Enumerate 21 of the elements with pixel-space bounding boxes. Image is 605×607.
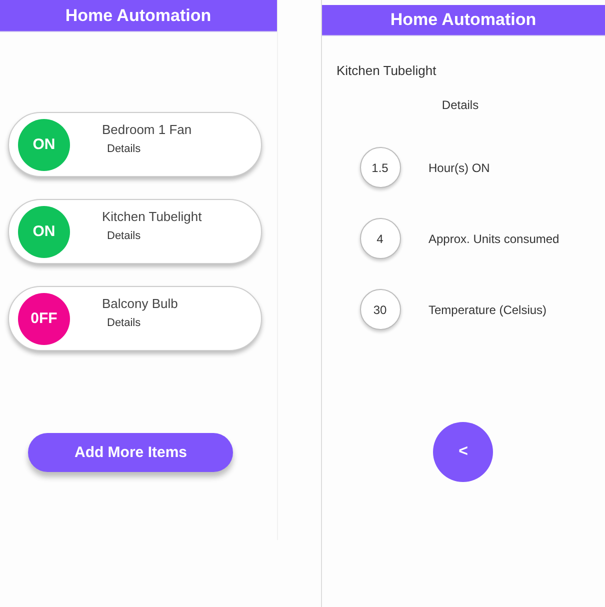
device-name: Bedroom 1 Fan [102,122,192,137]
stat-label: Approx. Units consumed [428,232,560,246]
details-link[interactable]: Details [107,230,202,242]
stat-value: 4 [360,218,400,259]
device-name: Kitchen Tubelight [336,63,438,78]
stat-value: 30 [360,289,400,330]
power-toggle[interactable]: ON [18,206,70,258]
details-heading: Details [442,98,479,112]
device-name: Balcony Bulb [102,296,178,311]
device-name: Kitchen Tubelight [102,209,202,224]
power-toggle[interactable]: 0FF [18,292,70,344]
stat-value: 1.5 [360,147,400,188]
add-items-button[interactable]: Add More Items [28,433,234,472]
details-link[interactable]: Details [107,317,178,329]
stat-label: Hour(s) ON [428,160,490,174]
stat-label: Temperature (Celsius) [428,302,547,316]
back-button[interactable]: < [433,422,494,482]
app-header: Home Automation [322,5,605,36]
app-header: Home Automation [0,0,276,32]
power-toggle[interactable]: ON [18,118,70,170]
details-link[interactable]: Details [107,143,192,155]
